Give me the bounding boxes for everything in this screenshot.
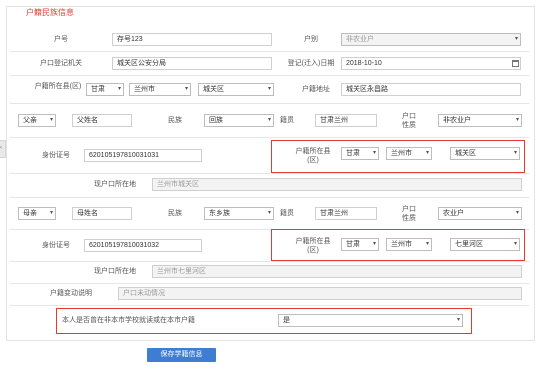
chevron-down-icon: ▾ bbox=[49, 210, 53, 216]
father-native-input[interactable]: 甘肃兰州 bbox=[315, 114, 377, 127]
row-reg: 户口登记机关 城关区公安分局 登记(迁入)日期 2018-10-10 bbox=[10, 52, 529, 76]
chevron-down-icon: ▾ bbox=[184, 86, 188, 92]
row-father: 父亲 ▾ 父姓名 民族 回族 ▾ 籍贯 甘肃兰州 户口性质 非农业户 ▾ bbox=[10, 104, 529, 138]
chevron-left-icon: ‹ bbox=[0, 145, 2, 151]
question-highlight bbox=[56, 308, 472, 334]
chevron-down-icon: ▾ bbox=[515, 210, 519, 216]
chevron-down-icon: ▾ bbox=[267, 210, 271, 216]
mother-id-input[interactable]: 620105197810031032 bbox=[84, 239, 202, 252]
mother-name-input[interactable]: 母姓名 bbox=[72, 207, 132, 220]
chevron-down-icon: ▾ bbox=[515, 117, 519, 123]
province-select[interactable]: 甘肃 ▾ bbox=[86, 83, 124, 96]
row-mother: 母亲 ▾ 母姓名 民族 东乡族 ▾ 籍贯 甘肃兰州 户口性质 农业户 ▾ bbox=[10, 198, 529, 230]
reg-date-label: 登记(迁入)日期 bbox=[287, 60, 335, 67]
mother-hukou-label: 户口性质 bbox=[402, 206, 416, 222]
huhao-label: 户号 bbox=[54, 36, 68, 43]
hukou-addr-label: 户籍地址 bbox=[302, 86, 330, 93]
hukou-change-input[interactable]: 户口未动情况 bbox=[118, 287, 522, 300]
huhao-input[interactable]: 存号123 bbox=[112, 33, 272, 46]
father-id-label: 身份证号 bbox=[42, 152, 70, 159]
chevron-down-icon: ▾ bbox=[514, 36, 518, 42]
mother-hukou-select[interactable]: 农业户 ▾ bbox=[438, 207, 522, 220]
mother-ethnicity-select[interactable]: 东乡族 ▾ bbox=[204, 207, 274, 220]
mother-native-label: 籍贯 bbox=[280, 210, 294, 217]
hubie-label: 户别 bbox=[304, 36, 318, 43]
mother-relation-select[interactable]: 母亲 ▾ bbox=[18, 207, 56, 220]
father-name-input[interactable]: 父姓名 bbox=[72, 114, 132, 127]
chevron-down-icon: ▾ bbox=[117, 86, 121, 92]
chevron-down-icon: ▾ bbox=[267, 86, 271, 92]
father-hukou-select[interactable]: 非农业户 ▾ bbox=[438, 114, 522, 127]
row-huhao: 户号 存号123 户别 非农业户 ▾ bbox=[10, 28, 529, 52]
city-select[interactable]: 兰州市 ▾ bbox=[129, 83, 191, 96]
chevron-down-icon: ▾ bbox=[49, 117, 53, 123]
hubie-select[interactable]: 非农业户 ▾ bbox=[341, 33, 521, 46]
father-ethnicity-label: 民族 bbox=[168, 117, 182, 124]
father-id-input[interactable]: 620105197810031031 bbox=[84, 149, 202, 162]
mother-ethnicity-label: 民族 bbox=[168, 210, 182, 217]
hukou-change-label: 户籍变动说明 bbox=[50, 290, 92, 297]
mother-addr-label: 现户口所在地 bbox=[94, 268, 136, 275]
father-hukou-label: 户口性质 bbox=[402, 113, 416, 129]
calendar-icon[interactable] bbox=[512, 60, 519, 67]
mother-loc-highlight bbox=[271, 229, 525, 261]
district-select[interactable]: 城关区 ▾ bbox=[198, 83, 274, 96]
reg-date-input[interactable]: 2018-10-10 bbox=[341, 57, 521, 70]
hukou-addr-input[interactable]: 城关区永昌路 bbox=[341, 83, 521, 96]
father-relation-select[interactable]: 父亲 ▾ bbox=[18, 114, 56, 127]
mother-addr-input[interactable]: 兰州市七里河区 bbox=[152, 265, 522, 278]
hukou-loc-label: 户籍所在县(区) bbox=[34, 83, 82, 90]
father-loc-highlight bbox=[271, 140, 525, 173]
row-mother-addr: 现户口所在地 兰州市七里河区 bbox=[10, 262, 529, 284]
reg-office-label: 户口登记机关 bbox=[40, 60, 82, 67]
father-addr-input[interactable]: 兰州市城关区 bbox=[152, 178, 522, 191]
form-title: 户籍民族信息 bbox=[23, 8, 77, 18]
save-button[interactable]: 保存学籍信息 bbox=[147, 348, 216, 362]
row-father-addr: 现户口所在地 兰州市城关区 bbox=[10, 174, 529, 198]
sidebar-toggle[interactable]: ‹ bbox=[0, 140, 6, 158]
row-hukou-loc: 户籍所在县(区) 甘肃 ▾ 兰州市 ▾ 城关区 ▾ 户籍地址 城关区永昌路 bbox=[10, 76, 529, 104]
reg-office-input[interactable]: 城关区公安分局 bbox=[112, 57, 272, 70]
mother-id-label: 身份证号 bbox=[42, 242, 70, 249]
father-native-label: 籍贯 bbox=[280, 117, 294, 124]
father-addr-label: 现户口所在地 bbox=[94, 181, 136, 188]
row-hukou-change: 户籍变动说明 户口未动情况 bbox=[10, 284, 529, 306]
father-ethnicity-select[interactable]: 回族 ▾ bbox=[204, 114, 274, 127]
mother-native-input[interactable]: 甘肃兰州 bbox=[315, 207, 377, 220]
chevron-down-icon: ▾ bbox=[267, 117, 271, 123]
